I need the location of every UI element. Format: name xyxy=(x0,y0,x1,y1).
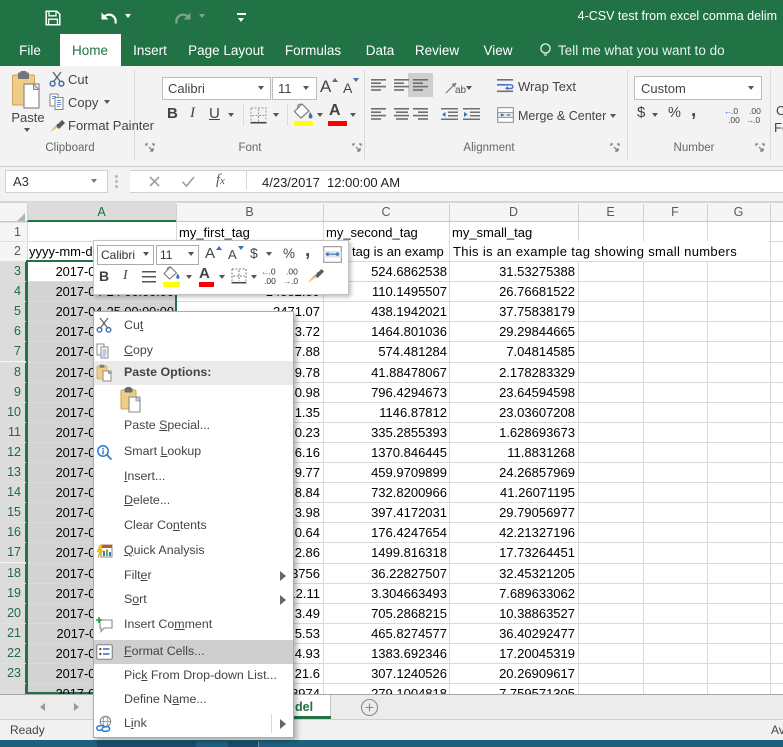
svg-text:ab: ab xyxy=(455,85,467,96)
svg-text:.00: .00 xyxy=(286,267,298,277)
svg-text:.0: .0 xyxy=(753,115,760,124)
svg-text:.00: .00 xyxy=(264,276,276,285)
svg-text:.0: .0 xyxy=(269,267,276,277)
svg-text:.00: .00 xyxy=(728,115,740,124)
svg-text:.0: .0 xyxy=(291,276,298,285)
